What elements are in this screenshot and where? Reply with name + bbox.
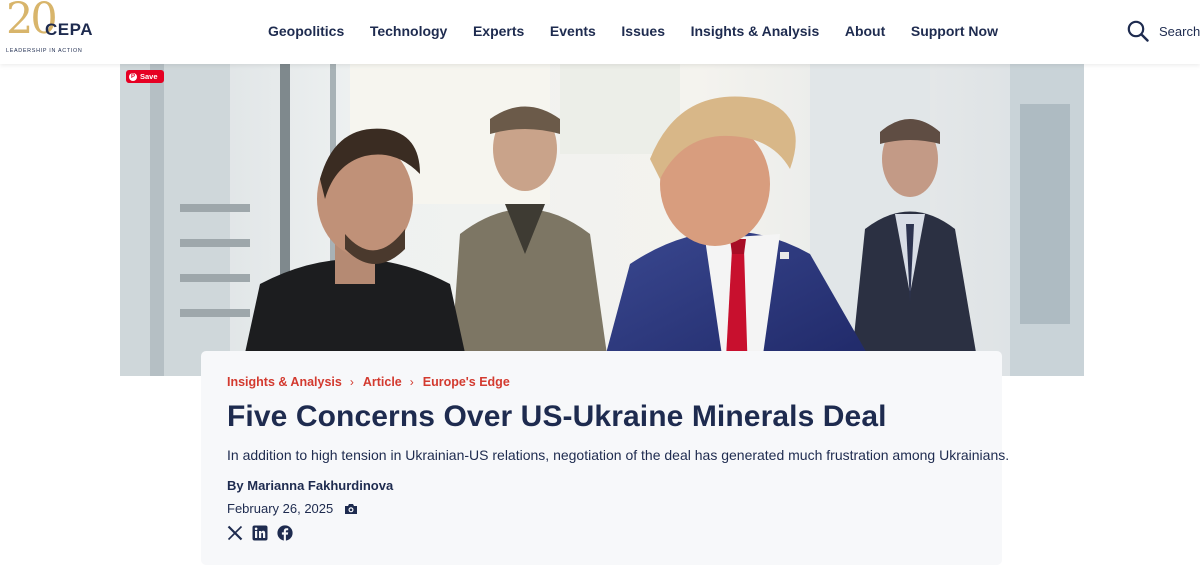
publish-date: February 26, 2025 bbox=[227, 501, 334, 516]
search-icon bbox=[1127, 20, 1149, 42]
chevron-right-icon: › bbox=[409, 375, 414, 389]
byline-prefix: By bbox=[227, 478, 244, 493]
nav-item-events[interactable]: Events bbox=[550, 21, 596, 41]
nav-item-technology[interactable]: Technology bbox=[370, 21, 448, 41]
hero-image bbox=[120, 64, 1084, 376]
pinterest-icon: P bbox=[129, 72, 137, 81]
date-row: February 26, 2025 bbox=[227, 501, 358, 516]
article-title: Five Concerns Over US-Ukraine Minerals D… bbox=[227, 400, 887, 433]
breadcrumb-europes-edge[interactable]: Europe's Edge bbox=[423, 375, 510, 389]
facebook-icon[interactable] bbox=[277, 525, 293, 541]
chevron-right-icon: › bbox=[349, 375, 354, 389]
search-button[interactable]: Search bbox=[1127, 19, 1200, 43]
site-header: 20 CEPA LEADERSHIP IN ACTION Geopolitics… bbox=[0, 0, 1200, 64]
x-icon[interactable] bbox=[227, 525, 243, 541]
camera-icon[interactable] bbox=[344, 503, 358, 515]
nav-item-about[interactable]: About bbox=[845, 21, 885, 41]
author-link[interactable]: Marianna Fakhurdinova bbox=[247, 478, 393, 493]
article-header-card: Insights & Analysis › Article › Europe's… bbox=[201, 351, 1009, 565]
nav-item-issues[interactable]: Issues bbox=[621, 21, 665, 41]
social-share-bar bbox=[227, 525, 293, 541]
nav-item-insights-analysis[interactable]: Insights & Analysis bbox=[691, 21, 820, 41]
article-summary: In addition to high tension in Ukrainian… bbox=[227, 447, 1010, 463]
breadcrumb: Insights & Analysis › Article › Europe's… bbox=[227, 375, 510, 389]
logo-tagline: LEADERSHIP IN ACTION bbox=[6, 48, 83, 54]
linkedin-icon[interactable] bbox=[252, 525, 268, 541]
breadcrumb-article[interactable]: Article bbox=[363, 375, 402, 389]
pinterest-save-button[interactable]: P Save bbox=[126, 70, 164, 83]
logo-name: CEPA bbox=[45, 20, 93, 39]
byline: By Marianna Fakhurdinova bbox=[227, 478, 393, 493]
save-label: Save bbox=[140, 72, 158, 81]
nav-item-experts[interactable]: Experts bbox=[473, 21, 524, 41]
nav-item-support-now[interactable]: Support Now bbox=[911, 21, 998, 41]
nav-item-geopolitics[interactable]: Geopolitics bbox=[268, 21, 344, 41]
cepa-logo[interactable]: 20 CEPA LEADERSHIP IN ACTION bbox=[6, 0, 106, 58]
search-label: Search bbox=[1159, 23, 1200, 39]
breadcrumb-insights-analysis[interactable]: Insights & Analysis bbox=[227, 375, 342, 389]
main-nav: Geopolitics Technology Experts Events Is… bbox=[268, 21, 1024, 41]
